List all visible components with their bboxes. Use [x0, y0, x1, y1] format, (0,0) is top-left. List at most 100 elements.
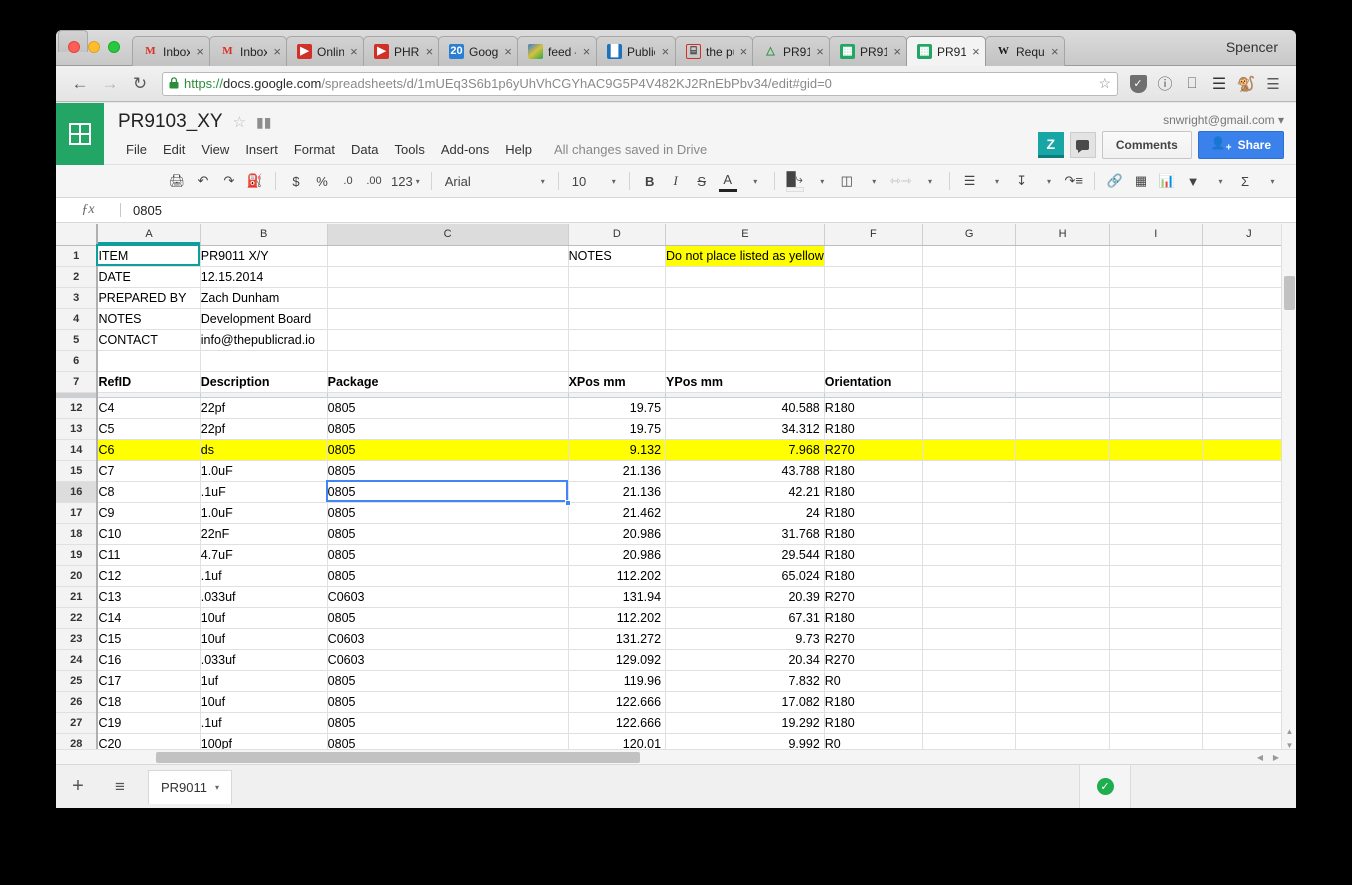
- menu-view[interactable]: View: [193, 139, 237, 160]
- cell-H2[interactable]: [1015, 266, 1110, 288]
- cell-F18[interactable]: R180: [824, 523, 924, 545]
- cell-A19[interactable]: C11: [97, 544, 201, 566]
- undo-icon[interactable]: ↶: [190, 168, 216, 194]
- cell-F21[interactable]: R270: [824, 586, 924, 608]
- cell-E2[interactable]: [665, 266, 825, 288]
- cell-B25[interactable]: 1uf: [200, 670, 328, 692]
- cell-I19[interactable]: [1109, 544, 1203, 566]
- cell-H3[interactable]: [1015, 287, 1110, 309]
- menu-tools[interactable]: Tools: [386, 139, 432, 160]
- comment-bubble-icon[interactable]: [1069, 132, 1096, 158]
- cell-G12[interactable]: [922, 397, 1017, 419]
- cell-C7[interactable]: Package: [327, 371, 569, 393]
- cell-I15[interactable]: [1109, 460, 1203, 482]
- cell-F24[interactable]: R270: [824, 649, 924, 671]
- cell-E23[interactable]: 9.73: [665, 628, 825, 650]
- close-tab-icon[interactable]: ×: [425, 45, 434, 58]
- font-size-select[interactable]: 10 ▾: [566, 168, 622, 194]
- cell-G3[interactable]: [922, 287, 1017, 309]
- cell-E21[interactable]: 20.39: [665, 586, 825, 608]
- cell-F5[interactable]: [824, 329, 924, 351]
- cell-I2[interactable]: [1109, 266, 1203, 288]
- cell-A12[interactable]: C4: [97, 397, 201, 419]
- monkey-icon[interactable]: 🐒: [1233, 71, 1259, 97]
- functions-chevron-icon[interactable]: ▾: [1258, 168, 1284, 194]
- cell-F22[interactable]: R180: [824, 607, 924, 629]
- cell-D22[interactable]: 112.202: [568, 607, 667, 629]
- cell-F2[interactable]: [824, 266, 924, 288]
- cell-H20[interactable]: [1015, 565, 1110, 587]
- insert-comment-icon[interactable]: ▦: [1128, 168, 1154, 194]
- cell-A25[interactable]: C17: [97, 670, 201, 692]
- close-tab-icon[interactable]: ×: [971, 45, 981, 58]
- cast-icon[interactable]: ⎕: [1179, 71, 1205, 97]
- cell-E18[interactable]: 31.768: [665, 523, 825, 545]
- cell-B23[interactable]: 10uf: [200, 628, 328, 650]
- share-button[interactable]: 👤+ Share: [1197, 131, 1284, 159]
- cell-I1[interactable]: [1109, 245, 1203, 267]
- close-tab-icon[interactable]: ×: [581, 45, 592, 58]
- bold-button[interactable]: B: [637, 168, 663, 194]
- formula-input[interactable]: 0805: [121, 203, 162, 218]
- menu-help[interactable]: Help: [497, 139, 540, 160]
- cell-D17[interactable]: 21.462: [568, 502, 667, 524]
- cell-H1[interactable]: [1015, 245, 1110, 267]
- cell-F14[interactable]: R270: [824, 439, 924, 461]
- cell-A24[interactable]: C16: [97, 649, 201, 671]
- sheet-tab-pr9011[interactable]: PR9011 ▾: [148, 769, 233, 804]
- cell-H21[interactable]: [1015, 586, 1110, 608]
- cell-E6[interactable]: [665, 350, 825, 372]
- column-header-F[interactable]: F: [824, 224, 924, 246]
- star-doc-icon[interactable]: ☆: [233, 113, 246, 131]
- menu-format[interactable]: Format: [286, 139, 343, 160]
- menu-edit[interactable]: Edit: [155, 139, 193, 160]
- vertical-scrollbar[interactable]: ▲ ▼: [1281, 224, 1296, 764]
- cell-F15[interactable]: R180: [824, 460, 924, 482]
- folder-icon[interactable]: ▮▮: [256, 114, 271, 131]
- row-header-26[interactable]: 26: [56, 691, 99, 713]
- cell-B7[interactable]: Description: [200, 371, 328, 393]
- layers-icon[interactable]: ☰: [1206, 71, 1232, 97]
- cell-I18[interactable]: [1109, 523, 1203, 545]
- cell-A22[interactable]: C14: [97, 607, 201, 629]
- cell-D20[interactable]: 112.202: [568, 565, 667, 587]
- column-header-D[interactable]: D: [568, 224, 667, 246]
- cell-B2[interactable]: 12.15.2014: [200, 266, 328, 288]
- cell-I4[interactable]: [1109, 308, 1203, 330]
- row-header-24[interactable]: 24: [56, 649, 99, 671]
- row-header-6[interactable]: 6: [56, 350, 99, 372]
- minimize-window-button[interactable]: [88, 41, 100, 53]
- strikethrough-button[interactable]: S: [689, 168, 715, 194]
- filter-chevron-icon[interactable]: ▾: [1206, 168, 1232, 194]
- align-left-icon[interactable]: ☰: [957, 168, 983, 194]
- row-header-21[interactable]: 21: [56, 586, 99, 608]
- cell-I13[interactable]: [1109, 418, 1203, 440]
- cell-A7[interactable]: RefID: [97, 371, 201, 393]
- cell-G26[interactable]: [922, 691, 1017, 713]
- fill-color-icon[interactable]: █⤷: [782, 168, 808, 194]
- cell-G27[interactable]: [922, 712, 1017, 734]
- cell-B26[interactable]: 10uf: [200, 691, 328, 713]
- cell-D16[interactable]: 21.136: [568, 481, 667, 503]
- cell-E3[interactable]: [665, 287, 825, 309]
- cell-E25[interactable]: 7.832: [665, 670, 825, 692]
- cell-C23[interactable]: C0603: [327, 628, 569, 650]
- cell-E26[interactable]: 17.082: [665, 691, 825, 713]
- cell-A3[interactable]: PREPARED BY: [97, 287, 201, 309]
- close-tab-icon[interactable]: ×: [892, 45, 902, 58]
- cell-I3[interactable]: [1109, 287, 1203, 309]
- borders-icon[interactable]: ◫: [834, 168, 860, 194]
- cell-F3[interactable]: [824, 287, 924, 309]
- cell-G25[interactable]: [922, 670, 1017, 692]
- select-all-corner[interactable]: [56, 224, 99, 246]
- all-sheets-button[interactable]: ≡: [100, 777, 140, 797]
- close-window-button[interactable]: [68, 41, 80, 53]
- row-header-3[interactable]: 3: [56, 287, 99, 309]
- cell-B4[interactable]: Development Board: [200, 308, 328, 330]
- bookmark-star-icon[interactable]: ☆: [1092, 75, 1111, 92]
- cell-C25[interactable]: 0805: [327, 670, 569, 692]
- cell-I14[interactable]: [1109, 439, 1203, 461]
- cell-C14[interactable]: 0805: [327, 439, 569, 461]
- cell-D5[interactable]: [568, 329, 667, 351]
- cell-A18[interactable]: C10: [97, 523, 201, 545]
